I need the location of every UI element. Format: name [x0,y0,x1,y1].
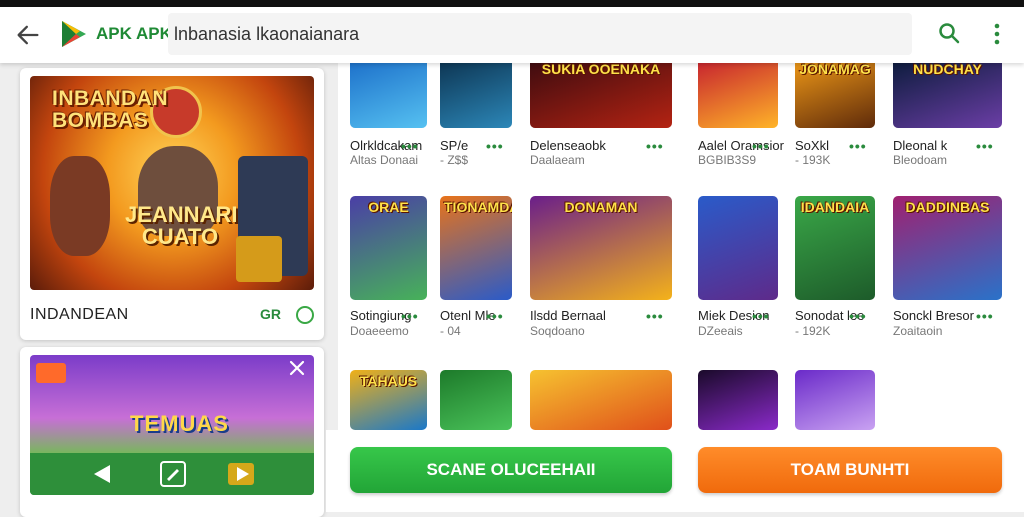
app-name: Dleonal k [893,138,948,153]
more-dots-icon[interactable]: ••• [646,308,664,324]
app-name: Delenseaobk [530,138,606,153]
promo-banner[interactable]: TEMUAS [30,355,314,495]
app-icon-image[interactable]: IDANDAIA [795,196,875,300]
app-art-text: DADDINBAS [905,199,990,215]
app-developer: Soqdoano [530,324,585,338]
more-vert-icon[interactable] [990,21,1004,47]
app-name: SP/e [440,138,469,153]
treasure-art [236,236,282,282]
team-button[interactable]: TOAM BUNHTI [698,447,1002,493]
status-bar [0,0,1024,7]
app-icon-image[interactable]: DADDINBAS [893,196,1002,300]
more-dots-icon[interactable]: ••• [752,308,770,324]
character-art [50,156,110,256]
app-art-text: SUKIA OOENAKA [541,61,661,77]
app-name: Ilsdd Bernaal [530,308,606,323]
badge-icon [36,363,66,383]
app-developer: Altas Donaai [350,153,419,167]
play-right-icon[interactable] [226,459,256,489]
more-dots-icon[interactable]: ••• [976,138,994,154]
app-developer: Bleodoam [893,153,948,167]
more-dots-icon[interactable]: ••• [849,308,867,324]
promo-art-title: TEMUAS [130,411,229,436]
app-art-text: ORAE [368,199,409,215]
app-icon-image[interactable] [440,58,512,128]
app-art-text: DONAMAN [564,199,638,215]
app-art-text: JONAMAG [799,61,871,77]
app-icon-image[interactable] [698,58,778,128]
brand-name: APK APK [96,24,172,43]
banner-title: INBANDAN BOMBAS [52,87,168,133]
more-dots-icon[interactable]: ••• [646,138,664,154]
featured-title: INDANDEAN [30,306,129,323]
app-icon-image[interactable]: ORAE [350,196,427,300]
arrow-left-icon[interactable] [14,21,42,49]
more-dots-icon[interactable]: ••• [486,138,504,154]
app-bar: APK APK lnbanasia lkaonaianara [0,7,1024,63]
app-developer: BGBIB3S9 [698,153,757,167]
app-icon-image[interactable]: DONAMAN [530,196,672,300]
more-dots-icon[interactable]: ••• [486,308,504,324]
app-icon-image[interactable] [698,196,778,300]
more-dots-icon[interactable]: ••• [401,308,419,324]
status-circle-icon [296,306,314,324]
close-icon[interactable] [288,359,306,377]
play-left-icon[interactable] [88,459,118,489]
featured-card[interactable]: INBANDAN BOMBAS JEANNARI CUATO INDANDEAN… [20,68,324,340]
app-name: Sonckl Bresor [893,308,974,323]
app-developer: - 04 [440,324,461,338]
app-icon-image[interactable]: SUKIA OOENAKA [530,58,672,128]
promo-card[interactable]: TEMUAS [20,347,324,517]
search-input[interactable]: lnbanasia lkaonaianara [168,13,912,55]
scan-button[interactable]: SCANE OLUCEEHAII [350,447,672,493]
more-dots-icon[interactable]: ••• [849,138,867,154]
app-name: Aalel Oramsior [698,138,784,153]
more-dots-icon[interactable]: ••• [401,138,419,154]
featured-banner[interactable]: INBANDAN BOMBAS JEANNARI CUATO [30,76,314,290]
app-icon-image[interactable]: TAHAUS [350,370,427,430]
app-art-text: IDANDAIA [800,199,870,215]
app-name: SoXkl [795,138,829,153]
app-icon-image[interactable]: TIONAMDA [440,196,512,300]
app-developer: - 192K [795,324,831,338]
app-developer: DZeeais [698,324,743,338]
app-developer: Doaeeemo [350,324,409,338]
app-developer: Daalaeam [530,153,585,167]
edit-icon[interactable] [158,459,188,489]
banner-subtitle: JEANNARI CUATO [125,202,238,249]
more-dots-icon[interactable]: ••• [976,308,994,324]
app-icon-image[interactable] [440,370,512,430]
search-query: lnbanasia lkaonaianara [174,24,360,44]
app-art-text: TIONAMDA [444,199,512,215]
app-icon-image[interactable] [698,370,778,430]
app-icon-image[interactable] [795,370,875,430]
app-icon-image[interactable] [350,58,427,128]
app-icon-image[interactable]: NUDCHAY [893,58,1002,128]
app-icon-image[interactable] [530,370,672,430]
app-developer: - Z$$ [440,153,469,167]
app-art-text: NUDCHAY [913,61,982,77]
featured-rating: GR [260,306,281,322]
play-logo-icon [62,21,86,47]
app-developer: - 193K [795,153,831,167]
app-icon-image[interactable]: JONAMAG [795,58,875,128]
more-dots-icon[interactable]: ••• [752,138,770,154]
app-developer: Zoaitaoin [893,324,943,338]
search-icon[interactable] [937,21,961,45]
app-art-text: TAHAUS [359,373,418,389]
